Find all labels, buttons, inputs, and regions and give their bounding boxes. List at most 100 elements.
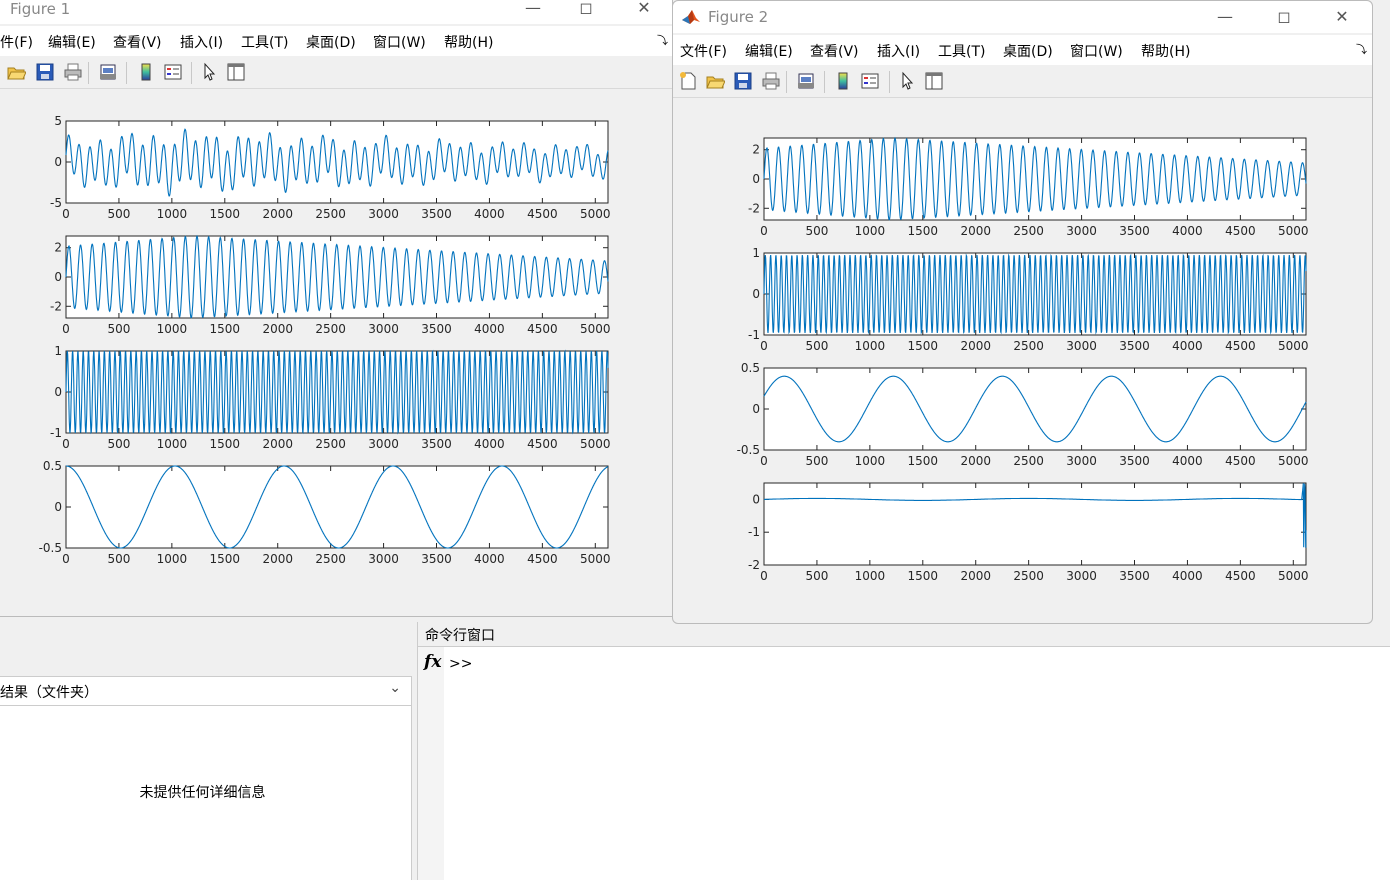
- x-tick-label: 2500: [315, 207, 346, 221]
- dock-arrow-icon[interactable]: ⤵: [657, 32, 668, 48]
- figure-1-titlebar[interactable]: Figure 1 — ◻ ✕: [0, 0, 672, 24]
- x-tick-label: 5000: [1278, 454, 1309, 468]
- menu-help[interactable]: 帮助(H): [1141, 41, 1190, 61]
- x-tick-label: 4500: [527, 552, 558, 566]
- axes-4: 0 500 1000 1500 2000 2500 3000 3500 4000 4500 5000…: [39, 459, 611, 566]
- menu-insert[interactable]: 插入(I): [180, 32, 223, 52]
- folder-header-label: 结果（文件夹）: [0, 685, 98, 701]
- menu-edit[interactable]: 编辑(E): [48, 32, 96, 52]
- menu-desktop[interactable]: 桌面(D): [1003, 41, 1053, 61]
- y-tick-label: 0: [54, 385, 62, 399]
- pointer-icon[interactable]: [898, 71, 918, 91]
- x-tick-label: 4000: [474, 207, 505, 221]
- x-tick-label: 4000: [1172, 569, 1203, 583]
- save-icon[interactable]: [733, 71, 753, 91]
- current-folder-panel: 结果（文件夹） ⌄ 未提供任何详细信息: [0, 676, 412, 880]
- print-preview-icon[interactable]: [98, 62, 118, 82]
- dock-arrow-icon[interactable]: ⤵: [1356, 41, 1367, 57]
- close-icon[interactable]: ✕: [1319, 1, 1365, 31]
- legend-icon[interactable]: [163, 62, 183, 82]
- y-tick-label: -2: [748, 201, 760, 215]
- print-icon[interactable]: [63, 62, 83, 82]
- x-tick-label: 4000: [1172, 224, 1203, 238]
- save-icon[interactable]: [35, 62, 55, 82]
- x-tick-label: 3500: [421, 207, 452, 221]
- legend-icon[interactable]: [860, 71, 880, 91]
- new-figure-icon[interactable]: [678, 71, 698, 91]
- x-tick-label: 3500: [1119, 569, 1150, 583]
- menu-file[interactable]: 件(F): [0, 32, 33, 52]
- menu-help[interactable]: 帮助(H): [444, 32, 493, 52]
- x-tick-label: 1500: [908, 454, 939, 468]
- y-tick-label: -2: [748, 558, 760, 572]
- x-tick-label: 4500: [527, 322, 558, 336]
- y-tick-label: 0: [752, 402, 760, 416]
- fx-icon[interactable]: fx: [424, 652, 441, 672]
- colorbar-icon[interactable]: [136, 62, 156, 82]
- x-tick-label: 3500: [421, 437, 452, 451]
- y-tick-label: 5: [54, 114, 62, 128]
- minimize-icon[interactable]: —: [1202, 1, 1248, 31]
- figure-2-titlebar[interactable]: Figure 2 — ◻ ✕: [673, 1, 1372, 33]
- command-window-title: 命令行窗口: [425, 628, 495, 644]
- x-tick-label: 0: [62, 437, 70, 451]
- menu-tools[interactable]: 工具(T): [241, 32, 288, 52]
- x-tick-label: 4500: [1225, 454, 1256, 468]
- x-tick-label: 2500: [1013, 339, 1044, 353]
- x-tick-label: 2000: [262, 437, 293, 451]
- x-tick-label: 3500: [1119, 454, 1150, 468]
- figure-2-window[interactable]: Figure 2 — ◻ ✕ 文件(F) 编辑(E) 查看(V) 插入(I) 工…: [672, 0, 1373, 624]
- open-icon[interactable]: [6, 62, 26, 82]
- maximize-icon[interactable]: ◻: [563, 0, 609, 22]
- x-tick-label: 1000: [157, 322, 188, 336]
- y-tick-label: -1: [50, 426, 62, 440]
- menu-view[interactable]: 查看(V): [113, 32, 162, 52]
- x-tick-label: 2000: [960, 454, 991, 468]
- x-tick-label: 3000: [368, 322, 399, 336]
- open-icon[interactable]: [705, 71, 725, 91]
- menu-window[interactable]: 窗口(W): [1070, 41, 1123, 61]
- y-tick-label: -5: [50, 196, 62, 210]
- property-editor-icon[interactable]: [226, 62, 246, 82]
- maximize-icon[interactable]: ◻: [1261, 1, 1307, 31]
- x-tick-label: 3000: [1066, 454, 1097, 468]
- menu-file[interactable]: 文件(F): [680, 41, 727, 61]
- property-editor-icon[interactable]: [924, 71, 944, 91]
- x-tick-label: 3500: [1119, 224, 1150, 238]
- menu-window[interactable]: 窗口(W): [373, 32, 426, 52]
- print-preview-icon[interactable]: [796, 71, 816, 91]
- y-tick-label: 1: [54, 344, 62, 358]
- x-tick-label: 4500: [1225, 224, 1256, 238]
- x-tick-label: 4500: [527, 207, 558, 221]
- menu-edit[interactable]: 编辑(E): [745, 41, 793, 61]
- command-prompt[interactable]: >>: [449, 656, 472, 672]
- y-tick-label: 0: [54, 500, 62, 514]
- x-tick-label: 0: [62, 552, 70, 566]
- x-tick-label: 2500: [315, 437, 346, 451]
- x-tick-label: 2000: [960, 339, 991, 353]
- pointer-icon[interactable]: [200, 62, 220, 82]
- current-folder-header[interactable]: 结果（文件夹） ⌄: [0, 676, 411, 706]
- x-tick-label: 3000: [368, 207, 399, 221]
- close-icon[interactable]: ✕: [621, 0, 667, 22]
- x-tick-label: 2000: [262, 552, 293, 566]
- menu-insert[interactable]: 插入(I): [877, 41, 920, 61]
- minimize-icon[interactable]: —: [510, 0, 556, 22]
- colorbar-icon[interactable]: [833, 71, 853, 91]
- menu-desktop[interactable]: 桌面(D): [306, 32, 356, 52]
- x-tick-label: 1000: [855, 569, 886, 583]
- figure-1-window[interactable]: Figure 1 — ◻ ✕ 件(F) 编辑(E) 查看(V) 插入(I) 工具…: [0, 0, 673, 617]
- menu-view[interactable]: 查看(V): [810, 41, 859, 61]
- y-tick-label: 2: [54, 241, 62, 255]
- x-tick-label: 500: [107, 322, 130, 336]
- y-tick-label: 0.5: [741, 361, 760, 375]
- menu-tools[interactable]: 工具(T): [938, 41, 985, 61]
- command-window[interactable]: 命令行窗口 fx >>: [417, 622, 1390, 880]
- x-tick-label: 5000: [580, 437, 611, 451]
- axes-3: 0 500 1000 1500 2000 2500 3000 3500 4000 4500 5000…: [50, 344, 611, 451]
- chevron-down-icon[interactable]: ⌄: [389, 680, 401, 696]
- axes-2: 0 500 1000 1500 2000 2500 3000 3500 4000 4500 5000…: [748, 246, 1309, 353]
- x-tick-label: 0: [62, 207, 70, 221]
- x-tick-label: 4000: [1172, 454, 1203, 468]
- print-icon[interactable]: [761, 71, 781, 91]
